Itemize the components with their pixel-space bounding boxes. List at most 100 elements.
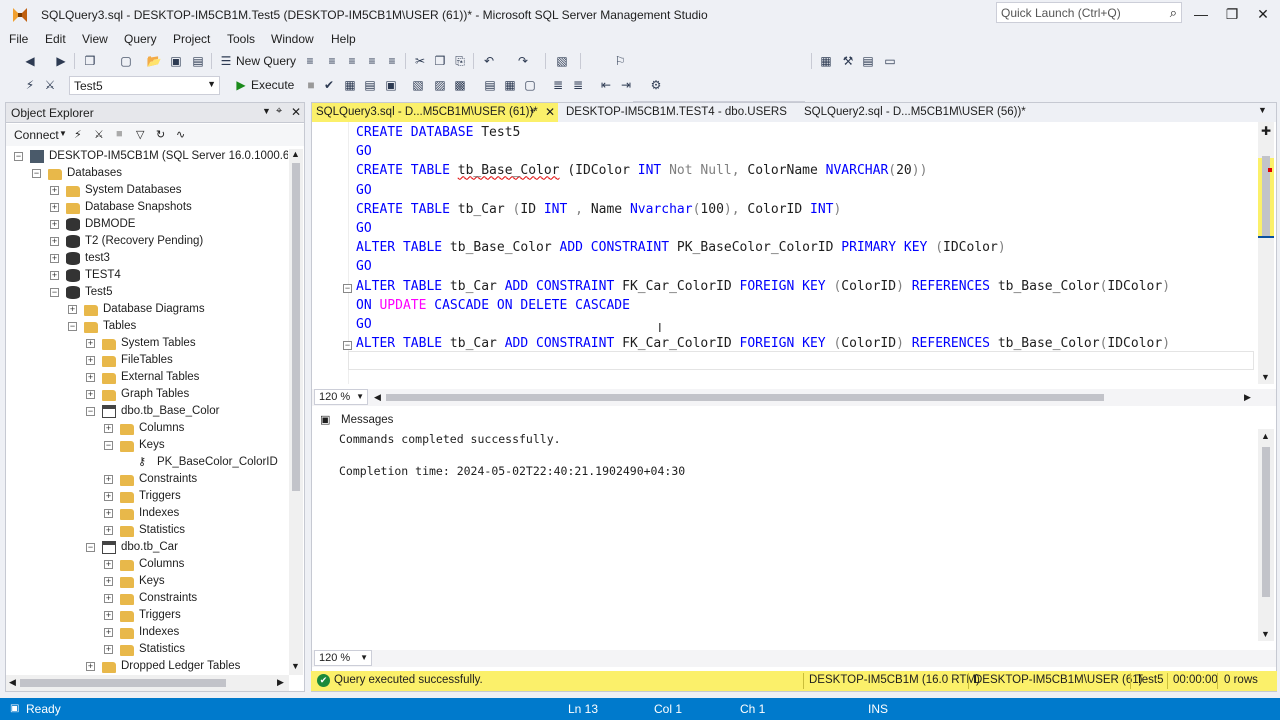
redo-icon[interactable]: ↷ (515, 53, 531, 69)
collapse-icon[interactable]: − (68, 322, 77, 331)
messages-vertical-scrollbar[interactable]: ▲ ▼ (1258, 429, 1274, 641)
tree-item[interactable]: ⚷ PK_BaseColor_ColorID (6, 455, 288, 472)
tree-item[interactable]: + Indexes (6, 506, 288, 523)
expand-icon[interactable]: + (50, 186, 59, 195)
tree-item[interactable]: + FileTables (6, 353, 288, 370)
tree-item[interactable]: + Database Snapshots (6, 200, 288, 217)
close-button[interactable]: ✕ (1248, 4, 1278, 24)
expand-icon[interactable]: + (50, 237, 59, 246)
expand-icon[interactable]: + (104, 577, 113, 586)
find-icon[interactable]: ⚐ (612, 53, 628, 69)
connect-button[interactable]: Connect (14, 128, 59, 142)
query-design-icon[interactable]: ▤ (362, 77, 378, 93)
toolbox-icon[interactable]: ▤ (860, 53, 876, 69)
expand-icon[interactable]: + (86, 339, 95, 348)
sql-editor[interactable]: CREATE DATABASE Test5 GO CREATE TABLE tb_B… (312, 122, 1276, 384)
activity-monitor-icon[interactable]: ▧ (554, 53, 570, 69)
tree-item[interactable]: + Constraints (6, 591, 288, 608)
expand-icon[interactable]: + (50, 271, 59, 280)
expand-icon[interactable]: + (86, 390, 95, 399)
editor-vertical-scrollbar[interactable]: ✚ ▼ (1258, 122, 1274, 384)
filter-icon[interactable]: ▽ (136, 128, 144, 141)
tab-test4-users[interactable]: DESKTOP-IM5CB1M.TEST4 - dbo.USERS (562, 103, 791, 122)
editor-zoom-combo[interactable]: 120 % ▼ (314, 389, 368, 405)
specify-values-icon[interactable]: ⚙ (648, 77, 664, 93)
tree-item[interactable]: + Indexes (6, 625, 288, 642)
expand-icon[interactable]: + (104, 611, 113, 620)
expand-icon[interactable]: + (104, 492, 113, 501)
client-stats-icon[interactable]: ▩ (452, 77, 468, 93)
expand-icon[interactable]: + (104, 594, 113, 603)
menu-window[interactable]: Window (271, 32, 314, 46)
pin-icon[interactable]: ⌖ (276, 105, 282, 118)
tree-item[interactable]: + Constraints (6, 472, 288, 489)
messages-zoom-combo[interactable]: 120 % ▼ (314, 650, 372, 666)
tree-item[interactable]: + External Tables (6, 370, 288, 387)
disconnect-icon[interactable]: ⚔ (94, 128, 104, 141)
stop-icon[interactable]: ■ (116, 128, 123, 140)
database-combo[interactable]: Test5 ▼ (69, 76, 220, 95)
xmla-query-icon[interactable]: ≡ (364, 53, 380, 69)
results-grid-icon[interactable]: ▦ (502, 77, 518, 93)
quick-launch-input[interactable]: Quick Launch (Ctrl+Q) ⌕ (996, 2, 1182, 23)
db-query-icon[interactable]: ≡ (302, 53, 318, 69)
back-icon[interactable]: ◀ (22, 53, 38, 69)
undo-icon[interactable]: ↶ (481, 53, 497, 69)
refresh-icon[interactable]: ↻ (156, 128, 165, 141)
mdx-query-icon[interactable]: ≡ (324, 53, 340, 69)
close-panel-icon[interactable]: ✕ (291, 105, 301, 119)
tree-item[interactable]: + Columns (6, 557, 288, 574)
menu-tools[interactable]: Tools (227, 32, 255, 46)
connect-icon[interactable]: ⚡ (74, 128, 82, 141)
paste-icon[interactable]: ⎘ (452, 53, 468, 69)
new-project-icon[interactable]: ❐ (82, 53, 98, 69)
minimize-button[interactable]: — (1186, 4, 1216, 24)
tree-item[interactable]: + Dropped Ledger Tables (6, 659, 288, 675)
collapse-icon[interactable]: − (104, 441, 113, 450)
tree-item[interactable]: − Keys (6, 438, 288, 455)
pin-icon[interactable]: ⌖ (530, 106, 536, 117)
intellisense-icon[interactable]: ▣ (383, 77, 399, 93)
tree-item[interactable]: + TEST4 (6, 268, 288, 285)
window-layout-icon[interactable]: ▭ (882, 53, 898, 69)
menu-file[interactable]: File (9, 32, 28, 46)
expand-icon[interactable]: + (104, 424, 113, 433)
tab-overflow-icon[interactable]: ▼ (1258, 105, 1267, 115)
tree-item[interactable]: + Graph Tables (6, 387, 288, 404)
messages-tab[interactable]: ▣ Messages (312, 410, 393, 430)
expand-icon[interactable]: + (104, 645, 113, 654)
properties-icon[interactable]: ▦ (818, 53, 834, 69)
expand-icon[interactable]: + (50, 203, 59, 212)
collapse-icon[interactable]: − (14, 152, 23, 161)
tree-item[interactable]: − DESKTOP-IM5CB1M (SQL Server 16.0.1000.6… (6, 149, 288, 166)
close-tab-icon[interactable]: ✕ (545, 105, 555, 119)
cut-icon[interactable]: ✂ (412, 53, 428, 69)
results-file-icon[interactable]: ▢ (522, 77, 538, 93)
increase-indent-icon[interactable]: ⇥ (618, 77, 634, 93)
tree-item[interactable]: + test3 (6, 251, 288, 268)
tree-item[interactable]: + System Tables (6, 336, 288, 353)
new-query-button[interactable]: New Query (236, 54, 296, 68)
collapse-icon[interactable]: − (32, 169, 41, 178)
dax-query-icon[interactable]: ≡ (384, 53, 400, 69)
collapse-region-icon[interactable]: − (343, 283, 352, 293)
activity-icon[interactable]: ∿ (176, 128, 185, 141)
panel-menu-icon[interactable]: ▼ (262, 106, 271, 116)
parse-icon[interactable]: ✔ (321, 77, 337, 93)
tree-item[interactable]: + System Databases (6, 183, 288, 200)
expand-icon[interactable]: + (104, 628, 113, 637)
save-all-icon[interactable]: ▤ (190, 53, 206, 69)
expand-icon[interactable]: + (50, 220, 59, 229)
collapse-icon[interactable]: − (86, 543, 95, 552)
tree-item[interactable]: + Keys (6, 574, 288, 591)
expand-icon[interactable]: + (50, 254, 59, 263)
tree-item[interactable]: + T2 (Recovery Pending) (6, 234, 288, 251)
tree-item[interactable]: − Databases (6, 166, 288, 183)
tree-item[interactable]: − Test5 (6, 285, 288, 302)
editor-horizontal-scrollbar[interactable] (386, 394, 1104, 401)
collapse-region-icon[interactable]: − (343, 341, 352, 351)
menu-query[interactable]: Query (124, 32, 157, 46)
tree-item[interactable]: + Statistics (6, 642, 288, 659)
expand-icon[interactable]: + (86, 662, 95, 671)
tab-sqlquery2[interactable]: SQLQuery2.sql - D...M5CB1M\USER (56))* (800, 103, 1030, 122)
